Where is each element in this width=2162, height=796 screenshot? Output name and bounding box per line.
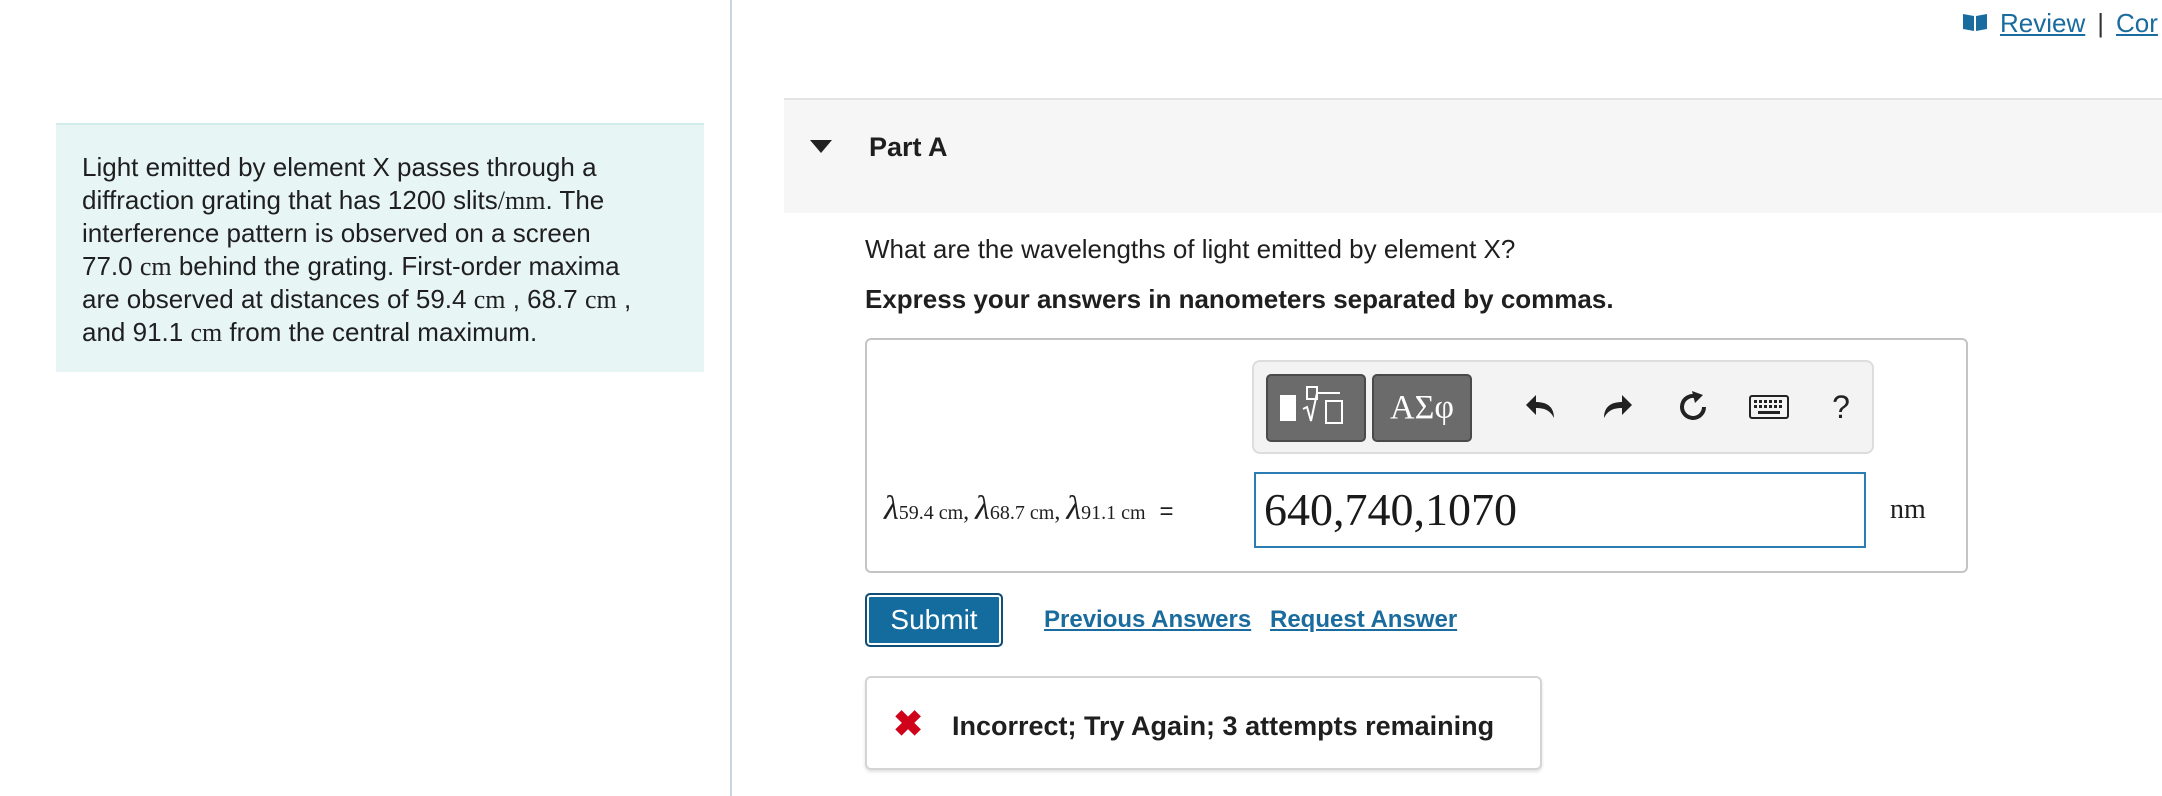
book-icon [1962,8,1988,39]
feedback-box: ✖ Incorrect; Try Again; 3 attempts remai… [865,676,1542,770]
unit-label: nm [1890,494,1926,525]
greek-symbols-button[interactable]: ΑΣφ [1372,374,1472,442]
answer-label: λ59.4 cm, λ68.7 cm, λ91.1 cm = [884,490,1174,527]
request-answer-link[interactable]: Request Answer [1270,606,1457,634]
constants-link[interactable]: Cor [2116,8,2158,39]
submit-button[interactable]: Submit [865,593,1003,647]
undo-icon[interactable] [1518,384,1564,430]
problem-line: are observed at distances of 59.4 cm , 6… [82,284,632,314]
keyboard-icon[interactable] [1746,384,1792,430]
panel-divider [730,0,732,796]
redo-icon[interactable] [1594,384,1640,430]
feedback-text: Incorrect; Try Again; 3 attempts remaini… [952,711,1495,741]
templates-button[interactable] [1266,374,1366,442]
x-icon: ✖ [893,703,924,744]
instruction-text: Express your answers in nanometers separ… [865,284,1614,314]
problem-statement: Light emitted by element X passes throug… [56,123,704,372]
help-button[interactable]: ? [1818,384,1864,430]
problem-line: and 91.1 cm from the central maximum. [82,317,538,347]
problem-line: Light emitted by element X passes throug… [82,152,597,182]
top-links: Review | Cor [1962,6,2158,40]
problem-line: interference pattern is observed on a sc… [82,218,591,248]
review-link[interactable]: Review [2000,8,2085,39]
part-header[interactable]: Part A [784,98,2162,213]
math-toolbar: ΑΣφ ? [1252,360,1874,454]
reset-icon[interactable] [1670,384,1716,430]
question-text: What are the wavelengths of light emitte… [865,234,1516,264]
caret-down-icon[interactable] [810,140,832,153]
problem-line: 77.0 cm behind the grating. First-order … [82,251,620,281]
answer-input[interactable]: 640,740,1070 [1254,472,1866,548]
problem-line: diffraction grating that has 1200 slits/… [82,185,605,215]
link-separator: | [2097,7,2105,38]
part-title: Part A [869,132,948,162]
previous-answers-link[interactable]: Previous Answers [1044,606,1251,634]
templates-icon [1276,383,1356,434]
